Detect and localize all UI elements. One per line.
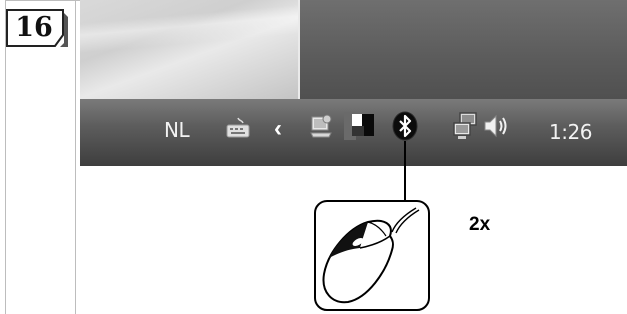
frame-column-divider bbox=[75, 0, 76, 314]
step-number-badge: 16 bbox=[6, 9, 68, 47]
taskbar: NL ‹ 1:26 bbox=[80, 99, 627, 166]
network-connection-icon[interactable] bbox=[452, 111, 480, 141]
monitor-icon[interactable] bbox=[344, 112, 376, 140]
desktop-background bbox=[300, 0, 627, 99]
speaker-volume-icon[interactable] bbox=[482, 112, 510, 140]
windows-desktop-screenshot: NL ‹ 1:26 bbox=[80, 0, 627, 166]
keyboard-icon[interactable] bbox=[225, 115, 251, 141]
step-number: 16 bbox=[15, 12, 53, 43]
language-indicator[interactable]: NL bbox=[164, 118, 190, 142]
pointer-line bbox=[404, 141, 406, 201]
mouse-illustration bbox=[314, 200, 430, 311]
mouse-left-button-icon bbox=[322, 207, 420, 304]
bluetooth-icon[interactable] bbox=[392, 111, 418, 141]
show-hidden-icons-chevron[interactable]: ‹ bbox=[274, 115, 282, 143]
click-count-label: 2x bbox=[469, 214, 491, 235]
network-app-icon[interactable] bbox=[308, 113, 334, 141]
system-clock[interactable]: 1:26 bbox=[549, 120, 592, 144]
frame-left-border bbox=[5, 0, 6, 314]
